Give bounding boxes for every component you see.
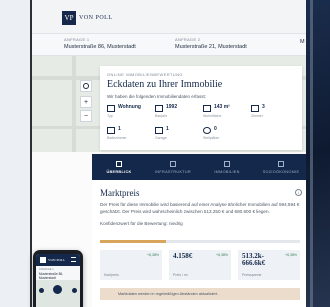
feature-value: 1992: [166, 104, 178, 110]
menu-icon[interactable]: [71, 257, 76, 262]
feature-value: 1: [118, 126, 121, 132]
house-icon: [224, 160, 230, 167]
section-tabs: ÜBERBLICK INFRASTRUKTUR IMMOBILIEN SOZIO…: [92, 154, 308, 180]
phone-screen: VON POLL ANFRAGE 1 Musterstraße 86, Must…: [36, 254, 80, 307]
price-change: +6,38%: [216, 253, 228, 257]
info-icon[interactable]: i: [295, 189, 302, 196]
feature-item: 1992 Baujahr: [155, 104, 201, 122]
address-tab-2[interactable]: ANFRAGE 2 Musterstraße 21, Musterstadt: [175, 37, 247, 50]
feature-item: 0 Stellplätze: [203, 126, 249, 144]
address-value: Musterstraße 86, Musterstadt: [39, 272, 64, 280]
feature-item: 3 Zimmer: [251, 104, 297, 122]
feature-value: Wohnung: [118, 104, 141, 110]
area-icon: [203, 105, 211, 112]
address-tab-1[interactable]: ANFRAGE 1 Musterstraße 86, Musterstadt: [64, 37, 136, 50]
app-header: VP VON POLL: [32, 0, 308, 34]
price-label: Preisspanne: [242, 273, 262, 277]
card-eyebrow: ONLINE IMMOBILIENBEWERTUNG: [107, 72, 183, 77]
feature-label: Baujahr: [155, 114, 168, 118]
feature-label: Zimmer: [251, 114, 263, 118]
overview-icon: [116, 160, 122, 167]
feature-item: 1 Garage: [155, 126, 201, 144]
price-description: Der Preis für diese Immobilie wird basie…: [100, 202, 300, 214]
locate-button[interactable]: [80, 80, 92, 92]
feature-value: 0: [214, 126, 217, 132]
feature-label: Garage: [155, 136, 167, 140]
tablet-edge: [306, 0, 330, 307]
background: [0, 0, 30, 307]
card-title: Eckdaten zu Ihrer Immobilie: [107, 79, 223, 90]
tab-label: IMMOBILIEN: [214, 169, 240, 174]
confidence-bar: [100, 240, 300, 243]
address-label: ANFRAGE 1: [39, 268, 54, 271]
price-box: 4.158€ +6,38% Preis / m²: [169, 250, 231, 280]
parking-icon: [203, 127, 211, 134]
update-note: Marktdaten werden in regelmäßigen Abstän…: [100, 288, 300, 300]
feature-label: Wohnfläche: [203, 114, 222, 118]
price-change: +6,38%: [147, 253, 159, 257]
property-details-card: ONLINE IMMOBILIENBEWERTUNG Eckdaten zu I…: [100, 66, 302, 150]
logo-text: VON POLL: [79, 15, 113, 21]
price-box: +6,38% Kaufpreis: [100, 250, 162, 280]
address-bar: ANFRAGE 1 Musterstraße 86, Musterstadt A…: [32, 34, 308, 56]
tab-socioeconomics[interactable]: SOZIOÖKONOMIE: [254, 154, 308, 180]
feature-grid: Wohnung Typ 1992 Baujahr 143 m² Wohnfläc…: [107, 104, 297, 148]
map-road: [72, 56, 76, 152]
target-icon: [83, 83, 89, 89]
zoom-in-button[interactable]: +: [80, 96, 92, 108]
confidence-label: Konfidenzwert für die Bewertung: niedrig: [100, 220, 183, 226]
phone-map[interactable]: [36, 280, 80, 307]
phone-frame: VON POLL ANFRAGE 1 Musterstraße 86, Must…: [33, 250, 83, 307]
feature-item: Wohnung Typ: [107, 104, 153, 122]
feature-label: Badezimmer: [107, 136, 127, 140]
price-change: +6,38%: [285, 253, 297, 257]
price-value: 513.2k-666.6k€: [242, 252, 266, 268]
section-title: Marktpreis: [100, 188, 140, 198]
price-label: Kaufpreis: [104, 273, 119, 277]
address-value: Musterstraße 86, Musterstadt: [64, 44, 136, 50]
address-label: ANFRAGE 1: [64, 37, 90, 42]
building-icon: [107, 105, 115, 112]
bath-icon: [107, 127, 115, 134]
arrow-right-icon[interactable]: [72, 288, 77, 293]
infrastructure-icon: [170, 160, 176, 167]
tab-label: ÜBERBLICK: [106, 169, 132, 174]
feature-item: 143 m² Wohnfläche: [203, 104, 249, 122]
address-value: Musterstraße 21, Musterstadt: [175, 44, 247, 50]
address-tab-3[interactable]: M: [300, 37, 305, 45]
phone-header: VON POLL: [36, 254, 80, 266]
phone-address[interactable]: ANFRAGE 1 Musterstraße 86, Musterstadt: [36, 266, 80, 280]
feature-value: 3: [262, 104, 265, 110]
calendar-icon: [155, 105, 163, 112]
market-price-section: Marktpreis i Der Preis für diese Immobil…: [92, 180, 308, 307]
address-value: M: [300, 39, 305, 45]
tab-label: INFRASTRUKTUR: [155, 169, 191, 174]
zoom-out-button[interactable]: −: [80, 110, 92, 122]
address-label: ANFRAGE 2: [175, 37, 201, 42]
tab-infrastructure[interactable]: INFRASTRUKTUR: [146, 154, 200, 180]
garage-icon: [155, 127, 163, 134]
people-icon: [278, 160, 284, 167]
feature-value: 1: [166, 126, 169, 132]
feature-label: Stellplätze: [203, 136, 220, 140]
tab-label: SOZIOÖKONOMIE: [262, 169, 300, 174]
feature-label: Typ: [107, 114, 113, 118]
bed-icon: [251, 105, 259, 112]
confidence-fill: [100, 240, 166, 243]
logo[interactable]: VP VON POLL: [62, 10, 113, 26]
tab-properties[interactable]: IMMOBILIEN: [200, 154, 254, 180]
feature-item: 1 Badezimmer: [107, 126, 153, 144]
location-pin-icon: [53, 285, 62, 294]
tab-overview[interactable]: ÜBERBLICK: [92, 154, 146, 180]
price-label: Preis / m²: [173, 273, 188, 277]
phone-logo-text: VON POLL: [48, 258, 66, 262]
phone-logo-mark: [40, 257, 46, 263]
logo-mark: VP: [62, 11, 76, 25]
feature-value: 143 m²: [214, 104, 230, 110]
arrow-left-icon[interactable]: [39, 288, 44, 293]
price-box: 513.2k-666.6k€ +6,38% Preisspanne: [238, 250, 300, 280]
card-subtitle: Wir haben die folgenden Immobiliendaten …: [107, 94, 207, 99]
